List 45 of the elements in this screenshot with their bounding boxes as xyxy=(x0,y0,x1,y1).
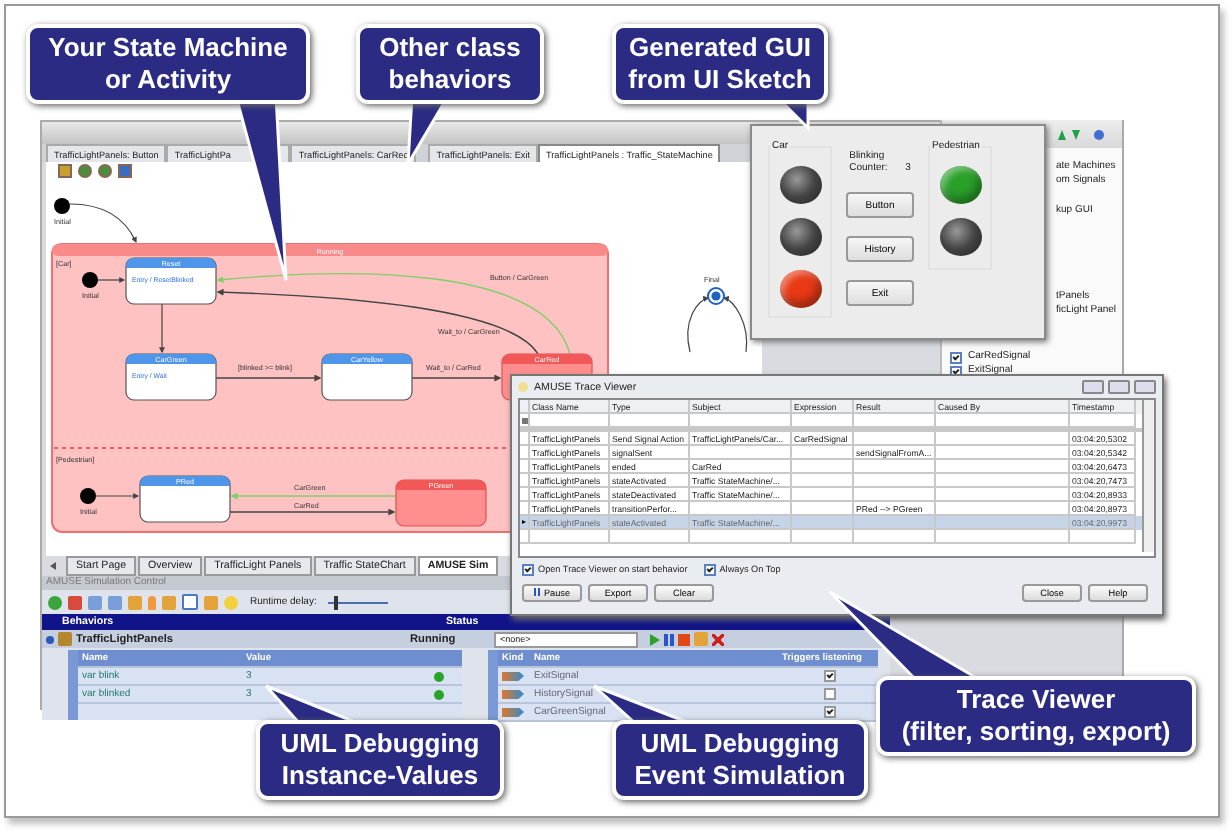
initial-node xyxy=(82,272,98,288)
signal-icon xyxy=(502,707,524,717)
row-pointer-icon xyxy=(522,520,526,524)
new-row[interactable] xyxy=(520,530,1142,544)
checkbox[interactable] xyxy=(950,351,962,363)
callout-text: (filter, sorting, export) xyxy=(901,716,1171,748)
checkbox[interactable] xyxy=(522,563,534,575)
initial-node xyxy=(54,198,70,214)
window-icon[interactable] xyxy=(182,594,198,610)
transition-arrow xyxy=(687,296,710,353)
transition-arrow xyxy=(159,303,165,354)
pause-icon[interactable] xyxy=(664,633,674,645)
stop-icon[interactable] xyxy=(678,633,690,645)
signal-icon xyxy=(502,689,524,699)
scrollbar[interactable] xyxy=(1142,400,1154,552)
transition-arrow xyxy=(722,296,748,353)
callout-text: Generated GUI xyxy=(628,32,812,64)
callout-text: behaviors xyxy=(388,64,512,96)
callout-text: Instance-Values xyxy=(281,760,479,792)
transition-arrow xyxy=(97,277,126,283)
initial-node xyxy=(80,488,96,504)
callout-text: Your State Machine xyxy=(48,32,288,64)
transition-arrow xyxy=(69,203,137,244)
callout-text: UML Debugging xyxy=(640,728,840,760)
final-node xyxy=(707,287,725,305)
callout-text: from UI Sketch xyxy=(628,64,812,96)
down-arrow-icon[interactable] xyxy=(1072,129,1080,139)
checkbox[interactable] xyxy=(824,706,836,718)
transition-arrow xyxy=(95,493,140,499)
app-icon xyxy=(518,382,528,392)
up-arrow-icon[interactable] xyxy=(1058,129,1066,139)
checkbox[interactable] xyxy=(824,670,836,682)
transition-arrow xyxy=(215,374,322,382)
add-icon[interactable] xyxy=(48,595,62,609)
transition-arrow xyxy=(411,374,502,382)
callout-text: Other class xyxy=(379,32,521,64)
delete-icon[interactable] xyxy=(68,595,82,609)
checkbox[interactable] xyxy=(703,563,716,575)
signal-icon xyxy=(502,671,524,681)
callout-text: Trace Viewer xyxy=(956,684,1116,716)
checkbox[interactable] xyxy=(824,688,836,700)
callout-text: or Activity xyxy=(104,64,232,96)
callout-text: UML Debugging xyxy=(280,728,480,760)
scroll-left-icon[interactable] xyxy=(46,562,56,570)
callout-text: Event Simulation xyxy=(634,760,846,792)
